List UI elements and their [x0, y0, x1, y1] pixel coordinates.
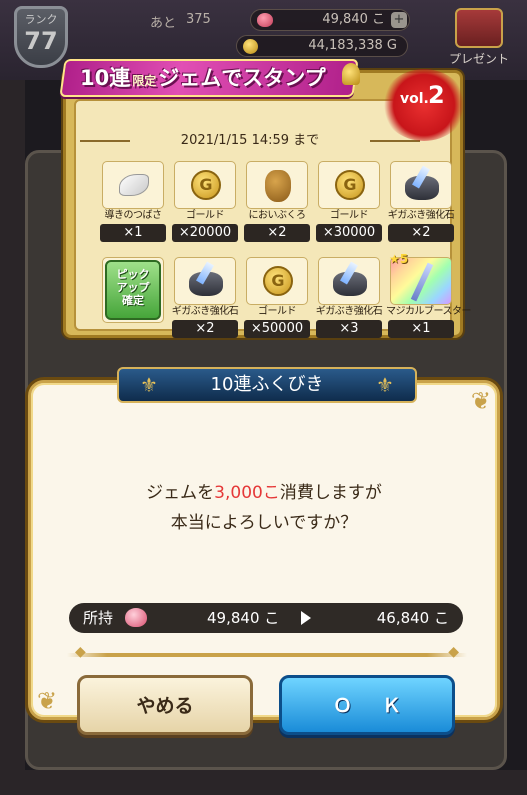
- reward-qty: ×2: [388, 224, 454, 242]
- gold-amount: 44,183,338 G: [308, 38, 397, 53]
- exp-remaining-value: 375: [186, 12, 211, 27]
- gold-icon: [243, 39, 258, 54]
- corner-ornament-icon: ❦: [37, 687, 58, 715]
- gem-counter: 49,840 こ +: [250, 9, 410, 31]
- reward-name: ギガぶき強化石: [315, 306, 383, 317]
- giga-stone-icon: [189, 272, 223, 296]
- reward-name: マジカルブースター: [386, 306, 472, 317]
- fleur-icon: ⚜: [140, 373, 158, 397]
- confirm-dialog: ⚜ 10連ふくびき ⚜ ❦ ❦ ジェムを3,000こ消費しますが 本当によろしい…: [28, 367, 500, 735]
- stamp-cell: においぶくろ ×2: [242, 161, 312, 242]
- reward-name: 導きのつばさ: [104, 210, 163, 221]
- rank-label: ランク: [24, 13, 58, 26]
- reward-qty: ×50000: [244, 320, 310, 338]
- cancel-button[interactable]: やめる: [77, 675, 253, 735]
- scent-bag-icon: [265, 170, 291, 202]
- rank-badge: ランク 77: [14, 6, 68, 68]
- bell-icon: [342, 63, 360, 85]
- stamp-cell: 導きのつばさ ×1: [98, 161, 168, 242]
- gold-counter: 44,183,338 G: [236, 35, 408, 57]
- stamp-banner-title: 10連 限定ジェムでスタンプ: [80, 61, 326, 95]
- giga-stone-icon: [333, 272, 367, 296]
- stamp-cell: ギガぶき強化石 ×3: [314, 257, 384, 338]
- banner-text: ジェムでスタンプ: [158, 66, 326, 90]
- divider: [67, 644, 467, 660]
- pickup-line2: アップ: [116, 281, 150, 294]
- stamp-cell: G ゴールド ×20000: [170, 161, 240, 242]
- present-button[interactable]: プレゼント: [437, 8, 521, 72]
- reward-qty: ×3: [316, 320, 382, 338]
- message-pre: ジェムを: [146, 483, 215, 503]
- vol-badge: vol. 2: [382, 69, 466, 141]
- ok-button[interactable]: ＯＫ: [279, 675, 455, 735]
- wing-icon: [119, 174, 149, 196]
- dialog-title: 10連ふくびき: [210, 374, 324, 395]
- reward-name: ゴールド: [330, 210, 369, 221]
- own-after: 46,840 こ: [376, 609, 449, 627]
- message-post: 消費しますが: [279, 483, 382, 503]
- reward-name: においぶくろ: [248, 210, 307, 221]
- gold-coin-icon: G: [335, 170, 365, 200]
- present-box-icon: [455, 8, 503, 48]
- corner-ornament-icon: ❦: [470, 387, 491, 415]
- fleur-icon: ⚜: [376, 373, 394, 397]
- gem-amount: 49,840 こ: [322, 12, 385, 27]
- rank-value: 77: [24, 27, 58, 55]
- confirm-message: ジェムを3,000こ消費しますが 本当によろしいですか？: [31, 478, 497, 538]
- giga-stone-icon: [405, 176, 439, 200]
- reward-name: ギガぶき強化石: [171, 306, 239, 317]
- add-gems-button[interactable]: +: [391, 12, 407, 28]
- arrow-right-icon: [301, 611, 311, 625]
- gem-balance-bar: 所持 49,840 こ 46,840 こ: [69, 603, 463, 633]
- reward-qty: ×2: [172, 320, 238, 338]
- dialog-title-bar: ⚜ 10連ふくびき ⚜: [117, 367, 417, 403]
- exp-remaining-label: あと: [150, 16, 177, 31]
- own-before: 49,840 こ: [207, 609, 280, 627]
- reward-qty: ×20000: [172, 224, 238, 242]
- gem-icon: [125, 608, 147, 627]
- pickup-icon: ピック アップ 確定: [105, 260, 161, 320]
- reward-name: ゴールド: [258, 306, 297, 317]
- reward-qty: ×2: [244, 224, 310, 242]
- deadline-text: 2021/1/15 14:59 まで: [80, 131, 420, 151]
- reward-qty: ×1: [388, 320, 454, 338]
- stamp-cell: G ゴールド ×50000: [242, 257, 312, 338]
- stamp-card: 2021/1/15 14:59 まで 導きのつばさ ×1 G ゴールド ×200…: [59, 59, 472, 338]
- stamp-inner-panel: 2021/1/15 14:59 まで 導きのつばさ ×1 G ゴールド ×200…: [74, 99, 472, 338]
- stamp-cell: G ゴールド ×30000: [314, 161, 384, 242]
- pickup-line1: ピック: [116, 268, 150, 281]
- vol-prefix: vol.: [400, 91, 429, 107]
- reward-name: ゴールド: [186, 210, 225, 221]
- gold-coin-icon: G: [191, 170, 221, 200]
- gold-coin-icon: G: [263, 266, 293, 296]
- reward-qty: ×1: [100, 224, 166, 242]
- vol-number: 2: [428, 81, 445, 109]
- banner-num: 10連: [80, 66, 131, 90]
- star-rating: ★5: [389, 252, 409, 266]
- own-label: 所持: [83, 609, 114, 627]
- bottom-strip: [0, 770, 527, 795]
- magical-booster-icon: [410, 262, 434, 302]
- reward-name: ギガぶき強化石: [387, 210, 455, 221]
- message-line2: 本当によろしいですか？: [170, 513, 358, 533]
- stamp-cell: ピック アップ 確定: [98, 257, 168, 323]
- background-strip: [0, 80, 25, 795]
- present-label: プレゼント: [448, 52, 509, 66]
- banner-limited: 限定: [132, 74, 157, 88]
- stamp-cell: ギガぶき強化石 ×2: [170, 257, 240, 338]
- stamp-cell: ギガぶき強化石 ×2: [386, 161, 456, 242]
- stamp-cell: ★5 マジカルブースター ×1: [386, 252, 472, 338]
- message-amount: 3,000こ: [214, 483, 280, 503]
- gem-icon: [257, 13, 273, 27]
- pickup-line3: 確定: [122, 294, 144, 307]
- reward-qty: ×30000: [316, 224, 382, 242]
